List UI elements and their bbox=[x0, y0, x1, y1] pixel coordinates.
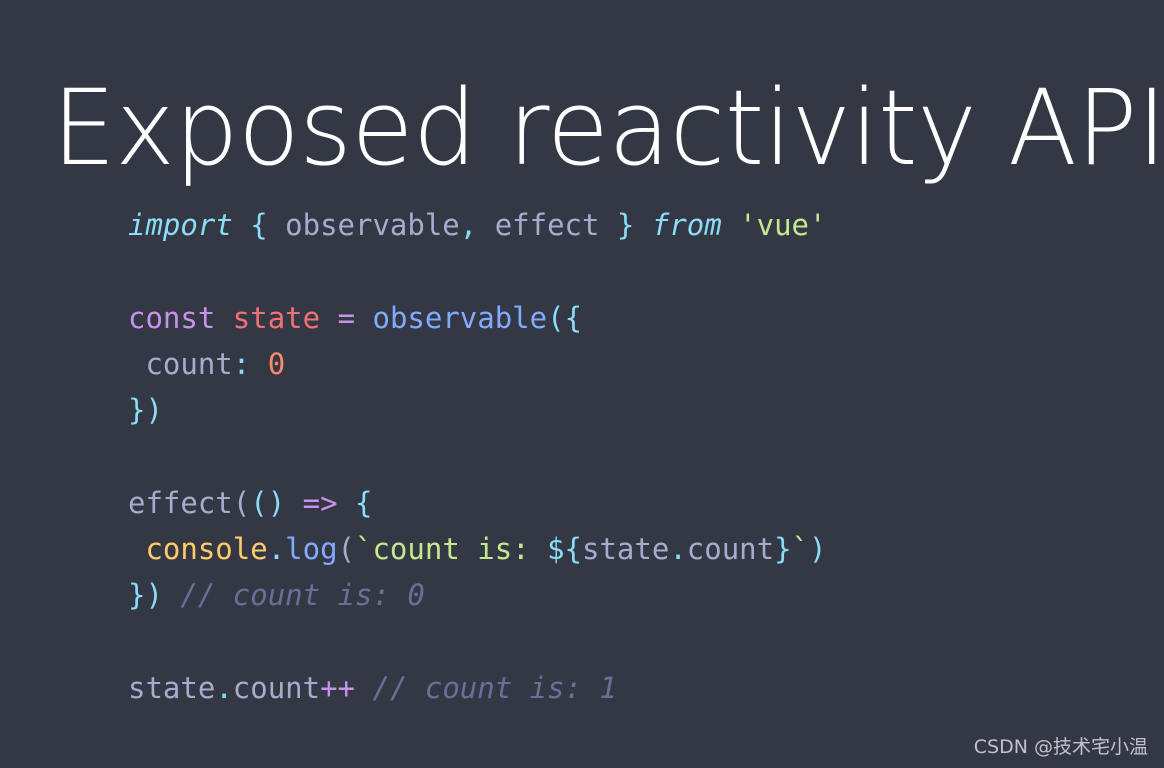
code-token-func: observable bbox=[372, 300, 548, 335]
code-token-number: 0 bbox=[267, 346, 286, 381]
slide-root: Exposed reactivity API import { observab… bbox=[0, 0, 1164, 768]
code-token-punct: . bbox=[669, 532, 687, 567]
code-token-plain: state bbox=[582, 532, 670, 567]
code-token-string: 'vue' bbox=[739, 208, 827, 242]
code-token-punct: }) bbox=[128, 393, 163, 428]
code-token-punct: ({ bbox=[547, 300, 583, 335]
code-token-punct: } bbox=[616, 208, 635, 242]
code-line: const state = observable({ bbox=[128, 295, 827, 341]
code-line: count: 0 bbox=[128, 341, 827, 387]
code-token-punct: { bbox=[250, 208, 268, 242]
code-line: console.log(`count is: ${state.count}`) bbox=[128, 526, 827, 572]
code-token-string: `count is: bbox=[355, 532, 548, 567]
code-token-operator: = bbox=[337, 300, 356, 335]
code-line: }) // count is: 0 bbox=[128, 572, 827, 618]
code-line: }) bbox=[128, 387, 827, 433]
code-line: import { observable, effect } from 'vue' bbox=[128, 202, 827, 248]
code-token-operator: => bbox=[302, 485, 338, 520]
code-token-punct: () bbox=[250, 485, 286, 520]
code-token-gray: ( bbox=[232, 485, 251, 520]
code-token-plain: count bbox=[232, 670, 321, 705]
code-line: effect(() => { bbox=[128, 480, 827, 526]
code-token-punct: . bbox=[215, 670, 233, 705]
code-token-var: state bbox=[232, 300, 321, 335]
code-token-punct: } bbox=[774, 532, 792, 567]
code-token-keyword: import bbox=[128, 208, 233, 242]
code-token-plain: observable bbox=[267, 208, 460, 242]
code-token-plain: effect bbox=[477, 208, 617, 242]
code-token-comment: // count is: 1 bbox=[372, 670, 617, 705]
code-token-punct: : bbox=[232, 346, 251, 381]
csdn-watermark: CSDN @技术宅小温 bbox=[973, 736, 1148, 758]
code-token-object: console bbox=[145, 532, 268, 567]
code-token-comment: // count is: 0 bbox=[180, 578, 425, 613]
code-token-punct: , bbox=[459, 208, 478, 242]
code-token-plain: state bbox=[128, 670, 216, 705]
code-line: state.count++ // count is: 1 bbox=[128, 665, 827, 711]
code-block: import { observable, effect } from 'vue'… bbox=[128, 202, 827, 711]
code-token-punct: { bbox=[355, 485, 373, 520]
code-token-plain: count bbox=[128, 346, 233, 381]
code-token-func: log bbox=[285, 532, 338, 567]
page-title: Exposed reactivity API bbox=[52, 66, 1164, 189]
code-token-punct: ) bbox=[809, 532, 827, 567]
code-token-punct: ${ bbox=[547, 532, 582, 567]
code-token-const: const bbox=[128, 300, 216, 335]
code-token-keyword: from bbox=[651, 208, 722, 242]
code-token-string: ` bbox=[791, 532, 810, 567]
code-token-operator: ++ bbox=[320, 670, 356, 705]
code-token-plain: count bbox=[686, 532, 775, 567]
code-token-punct: . bbox=[267, 532, 286, 567]
code-token-punct: }) bbox=[128, 578, 163, 613]
code-token-gray: ( bbox=[337, 532, 356, 567]
code-token-plain: effect bbox=[128, 485, 233, 520]
